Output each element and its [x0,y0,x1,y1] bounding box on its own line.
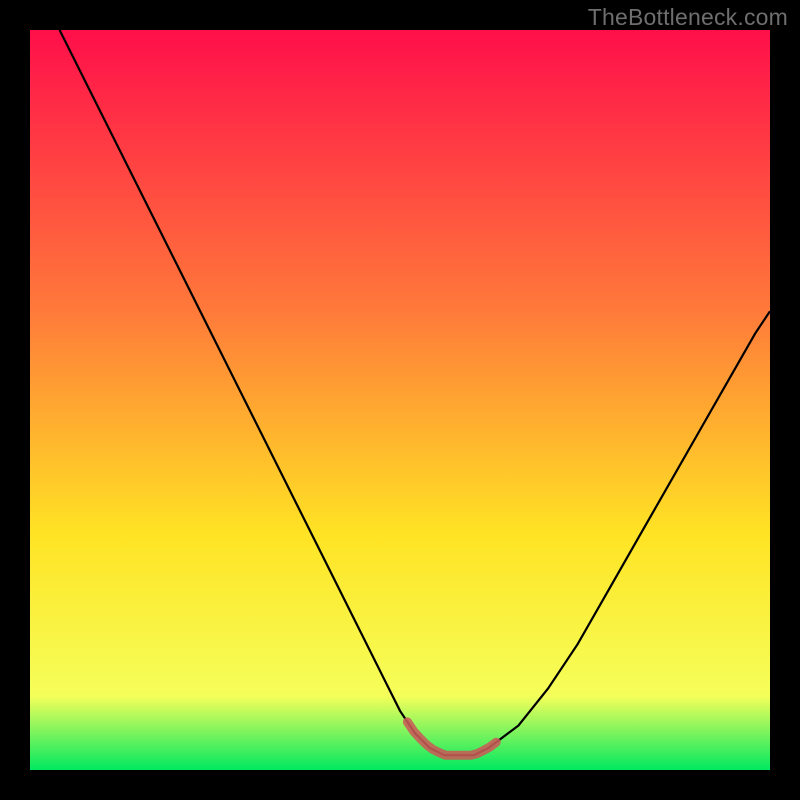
plot-container [30,30,770,770]
watermark-text: TheBottleneck.com [588,4,788,31]
chart-frame: TheBottleneck.com [0,0,800,800]
gradient-background [30,30,770,770]
bottleneck-plot [30,30,770,770]
